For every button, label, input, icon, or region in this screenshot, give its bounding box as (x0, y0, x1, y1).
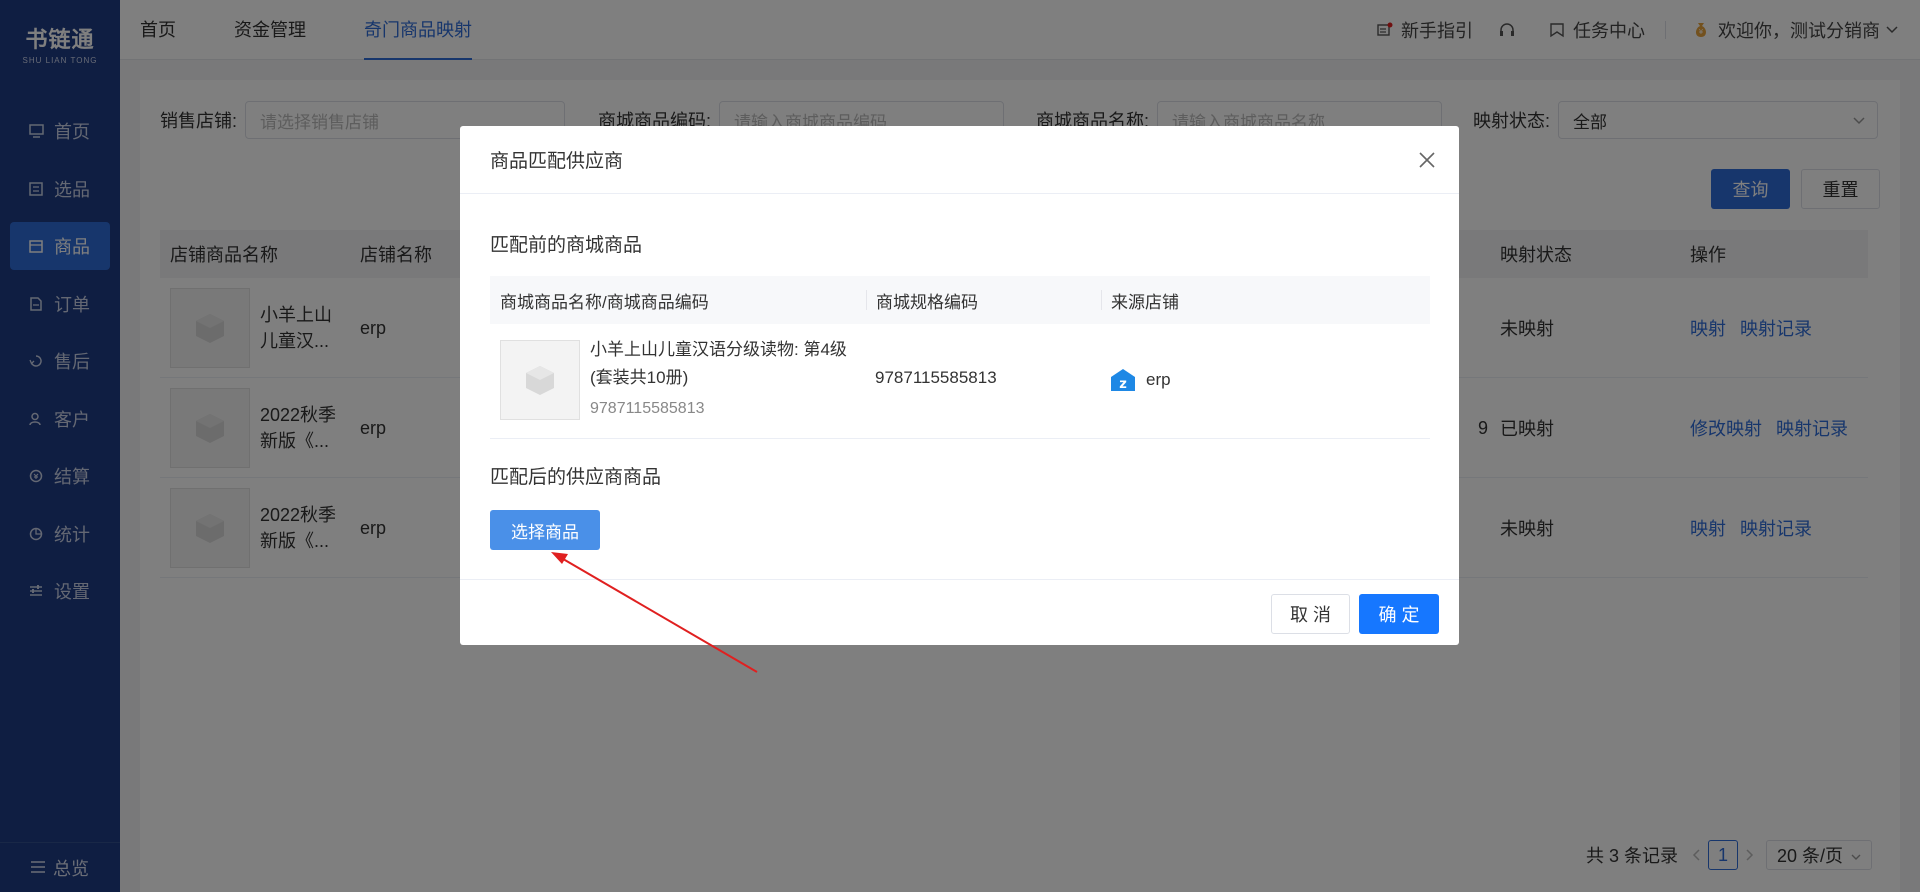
product-thumbnail (500, 340, 580, 420)
dialog-footer: 取 消 确 定 (460, 579, 1459, 645)
shop-name: erp (1146, 370, 1171, 389)
after-section-title: 匹配后的供应商商品 (490, 467, 662, 488)
spec-code: 9787115585813 (875, 368, 997, 387)
cancel-button[interactable]: 取 消 (1271, 594, 1350, 634)
source-shop: z erp (1110, 368, 1171, 392)
svg-text:z: z (1119, 377, 1127, 392)
dialog-title: 商品匹配供应商 (490, 151, 624, 172)
table-row: 小羊上山儿童汉语分级读物: 第4级(套装共10册) 9787115585813 … (490, 324, 1430, 439)
shop-logo-icon: z (1110, 368, 1136, 392)
before-section-title: 匹配前的商城商品 (490, 235, 643, 256)
match-supplier-dialog: 商品匹配供应商 匹配前的商城商品 商城商品名称/商城商品编码 商城规格编码 来源… (460, 126, 1459, 645)
product-name: 小羊上山儿童汉语分级读物: 第4级(套装共10册) (590, 340, 847, 387)
col-spec-code: 商城规格编码 (866, 276, 1101, 324)
table-header: 商城商品名称/商城商品编码 商城规格编码 来源店铺 (490, 276, 1430, 324)
confirm-button[interactable]: 确 定 (1359, 594, 1439, 634)
select-product-button[interactable]: 选择商品 (490, 510, 600, 550)
dialog-header: 商品匹配供应商 (460, 126, 1459, 194)
col-name-code: 商城商品名称/商城商品编码 (500, 292, 709, 312)
before-product-table: 商城商品名称/商城商品编码 商城规格编码 来源店铺 小羊上山儿童汉语分级读物: … (490, 276, 1430, 439)
close-icon[interactable] (1417, 150, 1437, 170)
product-code: 9787115585813 (590, 400, 705, 417)
col-source-shop: 来源店铺 (1101, 276, 1430, 324)
